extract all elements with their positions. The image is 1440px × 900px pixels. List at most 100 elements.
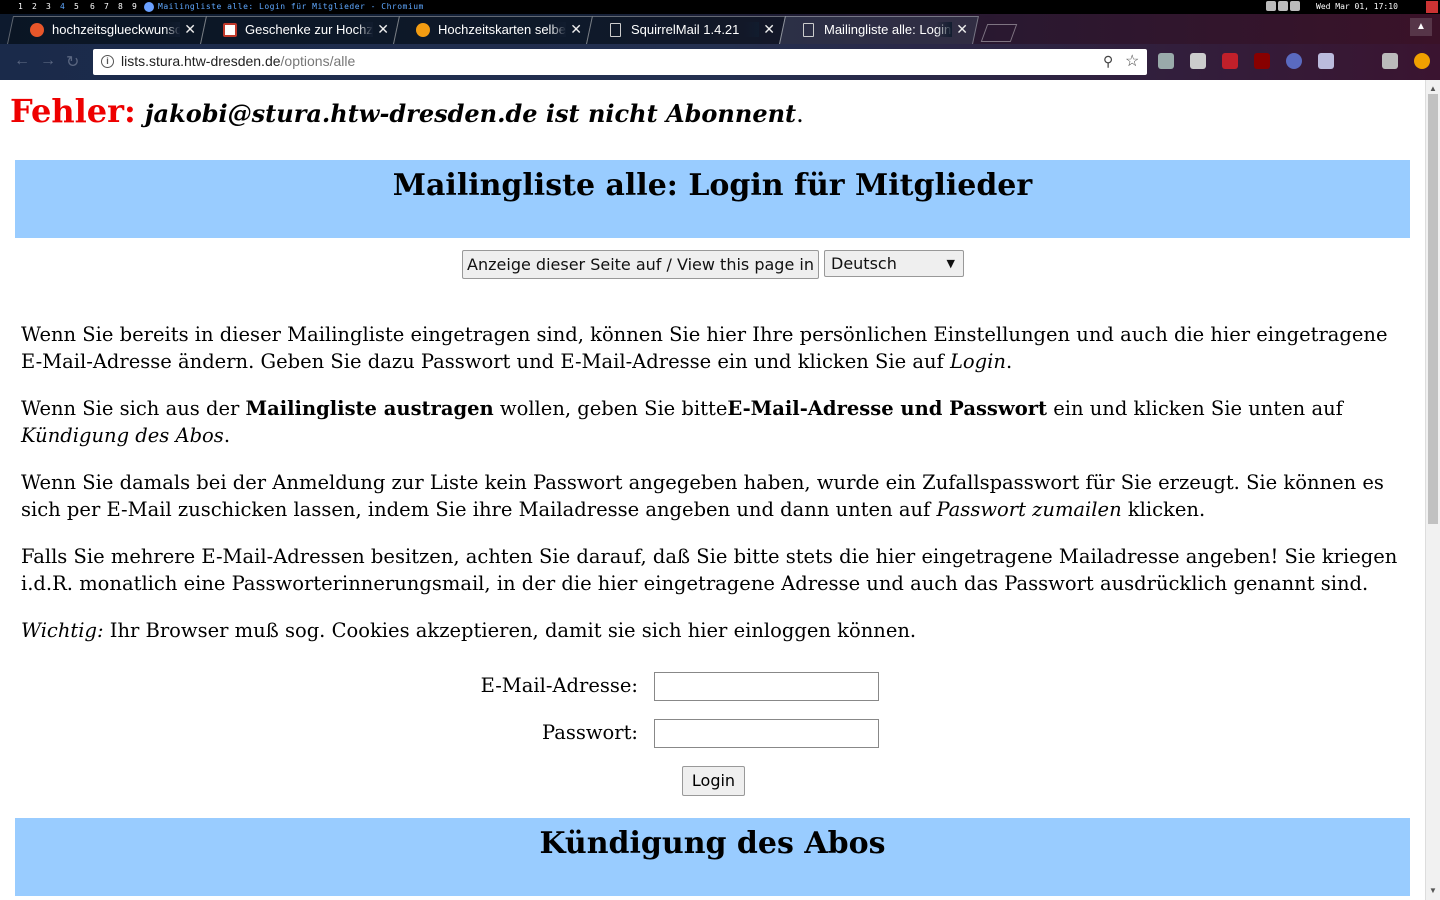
tab-label: SquirrelMail 1.4.21 xyxy=(631,22,759,37)
bookmark-star-icon[interactable]: ☆ xyxy=(1125,51,1139,71)
scroll-down-icon[interactable]: ▼ xyxy=(1429,886,1437,895)
scroll-up-icon[interactable]: ▲ xyxy=(1429,84,1437,93)
error-period: . xyxy=(796,100,804,128)
intro-paragraph: Wenn Sie bereits in dieser Mailingliste … xyxy=(21,321,1406,375)
close-icon[interactable]: ✕ xyxy=(184,21,196,38)
workspace-6[interactable]: 6 xyxy=(90,2,95,11)
volume-icon[interactable] xyxy=(1278,1,1288,11)
p2-f: Kündigung des Abos xyxy=(21,424,224,447)
chromium-icon xyxy=(144,2,154,12)
workspace-8[interactable]: 8 xyxy=(118,2,123,11)
password-field[interactable] xyxy=(654,719,879,748)
document-icon xyxy=(610,23,621,37)
window-manager-bar: 1 2 3 4 5 6 7 8 9 Mailingliste alle: Log… xyxy=(0,0,1440,14)
tray-icon[interactable] xyxy=(1266,1,1276,11)
workspace-1[interactable]: 1 xyxy=(18,2,23,11)
scroll-thumb[interactable] xyxy=(1428,94,1438,524)
unsubscribe-banner: Kündigung des Abos xyxy=(15,818,1410,896)
tab-strip: hochzeitsglueckwunsc ✕ Geschenke zur Hoc… xyxy=(0,14,1440,44)
email-label: E-Mail-Adresse: xyxy=(480,674,638,697)
password-paragraph: Wenn Sie damals bei der Anmeldung zur Li… xyxy=(21,469,1406,523)
workspace-9[interactable]: 9 xyxy=(132,2,137,11)
error-label: Fehler: xyxy=(10,92,136,130)
scrollbar[interactable]: ▲ ▼ xyxy=(1425,80,1440,900)
workspace-4[interactable]: 4 xyxy=(60,2,65,11)
url-path: /options/alle xyxy=(280,53,356,69)
extension-icon[interactable] xyxy=(1158,53,1174,69)
url-text[interactable]: lists.stura.htw-dresden.de/options/alle xyxy=(121,53,355,69)
system-tray xyxy=(1266,1,1312,13)
close-icon[interactable]: ✕ xyxy=(763,21,775,38)
workspace-2[interactable]: 2 xyxy=(32,2,37,11)
p3-b: Passwort zumailen xyxy=(936,498,1122,521)
clock: Wed Mar 01, 17:10 xyxy=(1316,2,1398,11)
extension-shield-icon[interactable] xyxy=(1318,53,1334,69)
p2-a: Wenn Sie sich aus der xyxy=(21,397,246,420)
wifi-icon[interactable] xyxy=(1290,1,1300,11)
p2-b: Mailingliste austragen xyxy=(245,397,494,420)
p5-a: Wichtig: xyxy=(21,619,104,642)
tab-label: hochzeitsglueckwunsc xyxy=(52,22,180,37)
workspace-3[interactable]: 3 xyxy=(46,2,51,11)
tab[interactable]: hochzeitsglueckwunsc ✕ xyxy=(7,16,207,44)
p1-text: Wenn Sie bereits in dieser Mailingliste … xyxy=(21,323,1388,373)
extension-plus-icon[interactable] xyxy=(1222,53,1238,69)
workspace-5[interactable]: 5 xyxy=(74,2,79,11)
p1-emphasis: Login xyxy=(949,350,1006,373)
warning-icon[interactable] xyxy=(1414,53,1430,69)
unsubscribe-heading: Kündigung des Abos xyxy=(539,826,886,861)
tab-label: Mailingliste alle: Login xyxy=(824,22,952,37)
profile-icon[interactable]: ▲ xyxy=(1410,18,1432,36)
layout-indicator-icon[interactable] xyxy=(1426,1,1438,13)
p2-e: ein und klicken Sie unten auf xyxy=(1047,397,1343,420)
unsubscribe-paragraph: Wenn Sie sich aus der Mailingliste austr… xyxy=(21,395,1406,449)
p2-d: E-Mail-Adresse und Passwort xyxy=(727,397,1047,420)
cookies-paragraph: Wichtig: Ihr Browser muß sog. Cookies ak… xyxy=(21,617,1406,644)
language-selected: Deutsch xyxy=(831,254,897,273)
close-icon[interactable]: ✕ xyxy=(377,21,389,38)
tab-label: Hochzeitskarten selbe xyxy=(438,22,566,37)
dropdown-arrow-icon: ▼ xyxy=(946,257,955,270)
login-button[interactable]: Login xyxy=(682,766,745,796)
zoom-icon[interactable]: ⚲ xyxy=(1103,53,1113,70)
language-select[interactable]: Deutsch ▼ xyxy=(824,250,964,277)
extension-r-icon[interactable] xyxy=(1286,53,1302,69)
error-line: Fehler: jakobi@stura.htw-dresden.de ist … xyxy=(10,92,804,130)
workspace-7[interactable]: 7 xyxy=(104,2,109,11)
tab-label: Geschenke zur Hochze xyxy=(245,22,373,37)
document-icon xyxy=(803,23,814,37)
page-content: Fehler: jakobi@stura.htw-dresden.de ist … xyxy=(0,80,1425,900)
tab[interactable]: SquirrelMail 1.4.21 ✕ xyxy=(586,16,786,44)
p2-c: wollen, geben Sie bitte xyxy=(493,397,728,420)
p5-b: Ihr Browser muß sog. Cookies akzeptieren… xyxy=(103,619,917,642)
favicon-icon xyxy=(30,23,44,37)
tab[interactable]: Geschenke zur Hochze ✕ xyxy=(200,16,400,44)
reload-icon[interactable]: ↻ xyxy=(66,52,79,72)
forward-icon[interactable]: → xyxy=(40,52,56,70)
tab-active[interactable]: Mailingliste alle: Login ✕ xyxy=(779,16,979,44)
extension-icon[interactable] xyxy=(1382,53,1398,69)
tab[interactable]: Hochzeitskarten selbe ✕ xyxy=(393,16,593,44)
url-host: lists.stura.htw-dresden.de xyxy=(121,53,281,69)
language-button[interactable]: Anzeige dieser Seite auf / View this pag… xyxy=(462,250,819,279)
close-icon[interactable]: ✕ xyxy=(956,21,968,38)
close-icon[interactable]: ✕ xyxy=(570,21,582,38)
p2-g: . xyxy=(223,424,231,447)
favicon-icon xyxy=(416,23,430,37)
login-heading: Mailingliste alle: Login für Mitglieder xyxy=(392,168,1033,203)
password-label: Passwort: xyxy=(541,721,638,744)
new-tab-button[interactable] xyxy=(980,24,1018,42)
address-bar[interactable]: i lists.stura.htw-dresden.de/options/all… xyxy=(93,49,1147,75)
window-title: Mailingliste alle: Login für Mitglieder … xyxy=(158,2,424,11)
email-field[interactable] xyxy=(654,672,879,701)
p1-end: . xyxy=(1005,350,1013,373)
error-message: jakobi@stura.htw-dresden.de ist nicht Ab… xyxy=(144,99,797,128)
extension-icon[interactable] xyxy=(1190,53,1206,69)
info-icon[interactable]: i xyxy=(101,55,114,68)
login-banner: Mailingliste alle: Login für Mitglieder xyxy=(15,160,1410,238)
back-icon[interactable]: ← xyxy=(14,52,30,70)
address-paragraph: Falls Sie mehrere E-Mail-Adressen besitz… xyxy=(21,545,1398,595)
ublock-icon[interactable] xyxy=(1254,53,1270,69)
p3-c: klicken. xyxy=(1121,498,1206,521)
favicon-icon xyxy=(223,23,237,37)
